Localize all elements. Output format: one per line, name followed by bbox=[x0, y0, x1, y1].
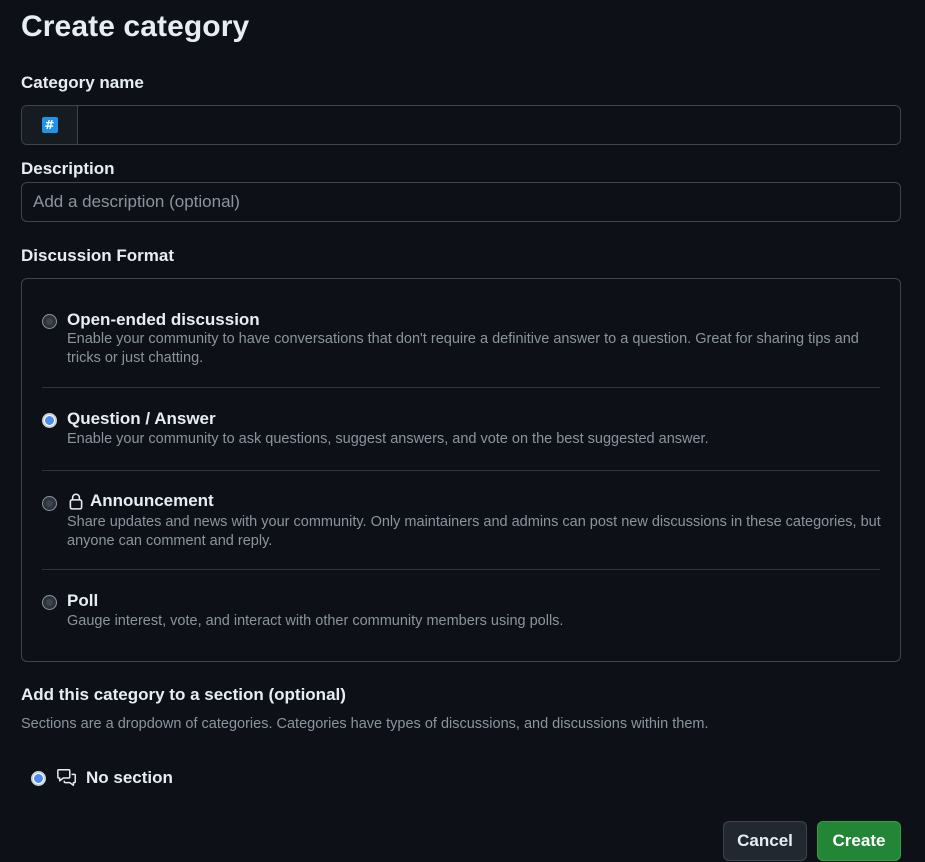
format-option-title: Open-ended discussion bbox=[67, 310, 260, 329]
radio-poll[interactable] bbox=[42, 595, 57, 610]
divider bbox=[42, 569, 880, 570]
lock-icon bbox=[69, 493, 83, 510]
section-description: Sections are a dropdown of categories. C… bbox=[21, 716, 709, 732]
format-option-title: Announcement bbox=[90, 491, 214, 510]
category-name-input[interactable] bbox=[78, 106, 900, 144]
create-button[interactable]: Create bbox=[817, 821, 901, 861]
divider bbox=[42, 470, 880, 471]
radio-open-ended[interactable] bbox=[42, 314, 57, 329]
create-category-page: Create category Category name # Descript… bbox=[0, 0, 925, 862]
format-option-title-row: Announcement bbox=[67, 491, 214, 511]
cancel-button[interactable]: Cancel bbox=[723, 821, 807, 861]
format-option-description: Share updates and news with your communi… bbox=[67, 514, 881, 549]
format-option-description: Gauge interest, vote, and interact with … bbox=[67, 613, 564, 629]
emoji-picker-button[interactable]: # bbox=[22, 106, 78, 144]
hash-emoji-icon: # bbox=[41, 117, 58, 133]
no-section-label: No section bbox=[86, 768, 173, 787]
format-option-title: Question / Answer bbox=[67, 409, 216, 428]
category-name-group: # bbox=[21, 105, 901, 145]
format-option-title: Poll bbox=[67, 591, 99, 610]
no-section-option[interactable]: No section bbox=[31, 766, 173, 790]
format-option-description: Enable your community to ask questions, … bbox=[67, 431, 709, 447]
page-title: Create category bbox=[21, 10, 250, 43]
discussion-format-label: Discussion Format bbox=[21, 246, 175, 265]
discussion-format-options: Open-ended discussion Enable your commun… bbox=[21, 278, 901, 662]
radio-announcement[interactable] bbox=[42, 496, 57, 511]
category-name-label: Category name bbox=[21, 73, 144, 92]
format-option-description: Enable your community to have conversati… bbox=[67, 331, 859, 366]
divider bbox=[42, 387, 880, 388]
discussion-icon bbox=[57, 769, 76, 787]
description-label: Description bbox=[21, 159, 115, 178]
radio-question-answer[interactable] bbox=[42, 413, 57, 428]
section-label: Add this category to a section (optional… bbox=[21, 685, 346, 704]
radio-no-section[interactable] bbox=[31, 770, 46, 786]
description-input[interactable] bbox=[21, 182, 901, 222]
